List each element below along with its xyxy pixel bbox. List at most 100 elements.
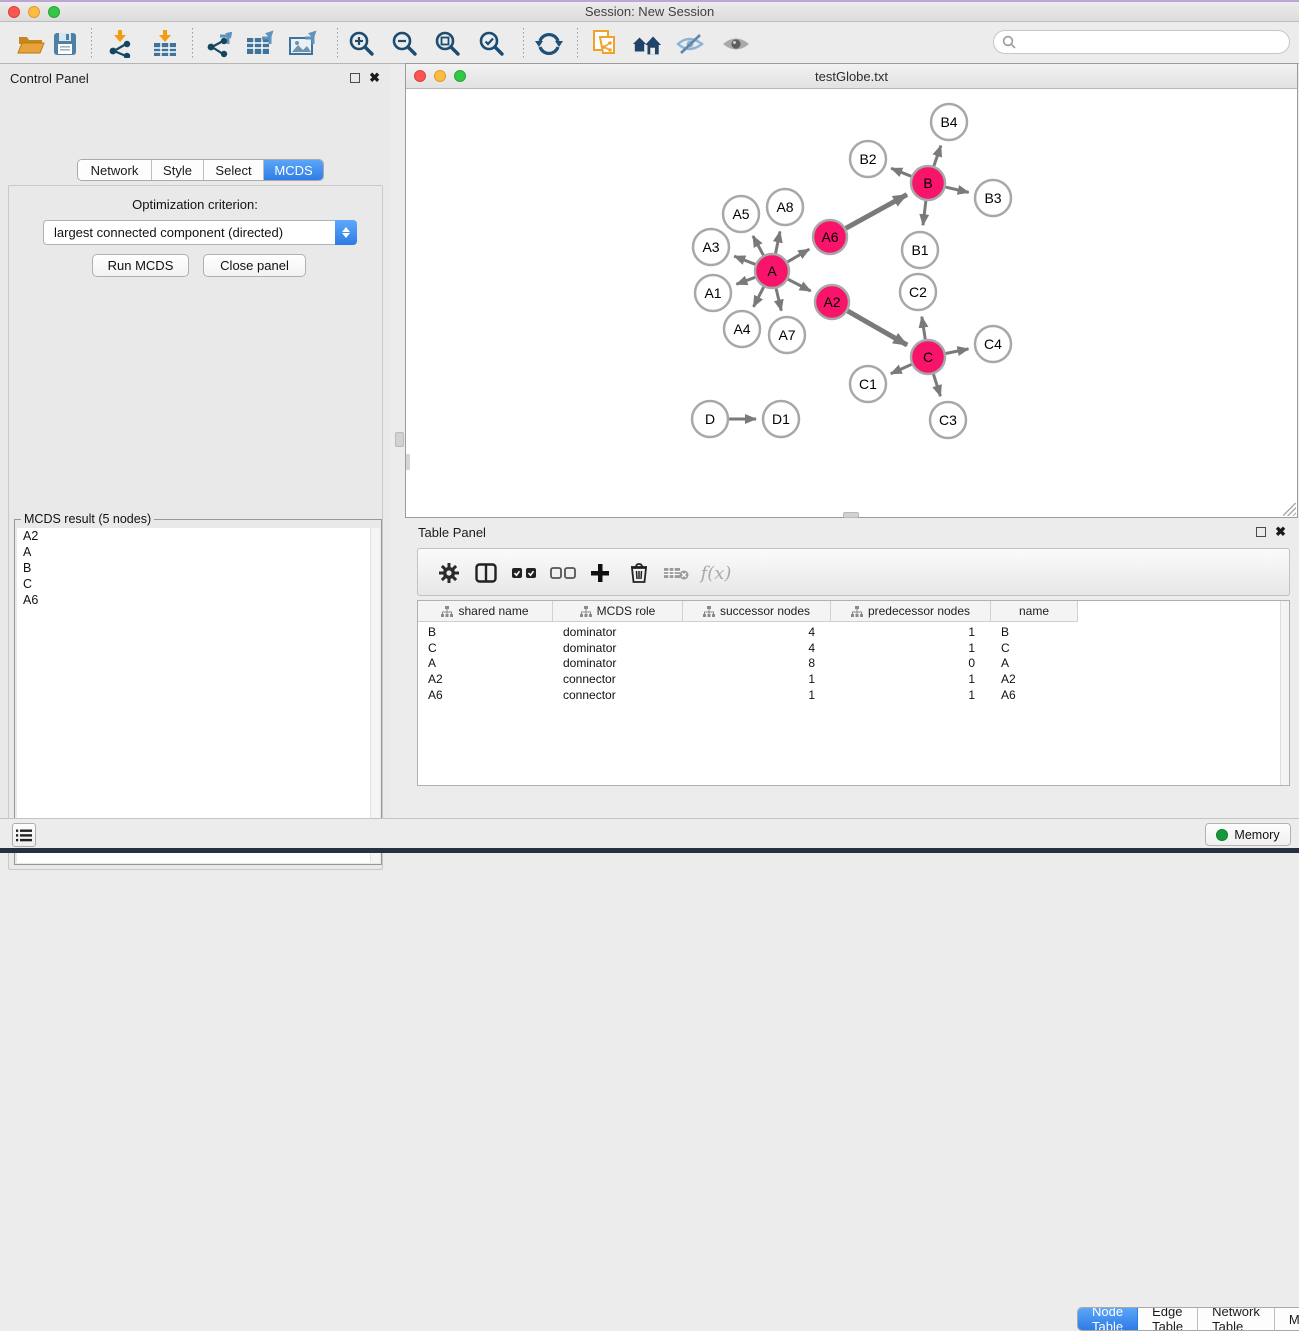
table-settings-button[interactable] [434,558,464,588]
network-canvas[interactable]: B4B2BB3A5A8A6A3B1AA1A2C2A4A7C4CC1C3DD1 [406,89,1297,517]
column-header-successor-nodes[interactable]: successor nodes [683,601,831,621]
cell-predecessor-nodes[interactable]: 0 [831,655,991,671]
node-A1[interactable]: A1 [695,275,731,311]
node-D1[interactable]: D1 [763,401,799,437]
search-input[interactable] [1020,35,1289,49]
result-scrollbar[interactable] [370,528,380,863]
cell-successor-nodes[interactable]: 1 [683,671,831,687]
tab-edge-table[interactable]: Edge Table [1138,1308,1198,1330]
edge-A-A7[interactable] [776,289,781,311]
minimize-network-button[interactable] [434,70,446,82]
node-C[interactable]: C [911,340,945,374]
edge-A-A6[interactable] [788,249,810,262]
result-list-item[interactable]: A [17,544,380,560]
mcds-result-list[interactable]: A2ABCA6 [17,528,380,863]
result-list-item[interactable]: A6 [17,592,380,608]
node-C4[interactable]: C4 [975,326,1011,362]
cell-successor-nodes[interactable]: 4 [683,624,831,640]
edge-A-A5[interactable] [753,236,763,255]
minimize-window-button[interactable] [28,6,40,18]
add-column-button[interactable] [585,558,615,588]
delete-table-button[interactable] [661,558,691,588]
result-list-item[interactable]: C [17,576,380,592]
node-A6[interactable]: A6 [813,220,847,254]
edge-C-C3[interactable] [933,374,940,396]
table-row[interactable]: Adominator80A [418,655,1078,671]
cell-predecessor-nodes[interactable]: 1 [831,687,991,703]
cell-successor-nodes[interactable]: 1 [683,687,831,703]
tab-select[interactable]: Select [204,160,264,180]
export-network-button[interactable] [205,29,235,59]
node-B4[interactable]: B4 [931,104,967,140]
cell-name[interactable]: B [991,624,1078,640]
cell-shared-name[interactable]: B [418,624,553,640]
tab-node-table[interactable]: Node Table [1078,1308,1138,1330]
cell-successor-nodes[interactable]: 4 [683,640,831,656]
zoom-out-button[interactable] [390,29,420,59]
node-A4[interactable]: A4 [724,311,760,347]
cell-predecessor-nodes[interactable]: 1 [831,640,991,656]
vertical-splitter-handle[interactable] [395,432,404,447]
network-graph[interactable]: B4B2BB3A5A8A6A3B1AA1A2C2A4A7C4CC1C3DD1 [406,89,1297,517]
zoom-fit-button[interactable] [433,29,463,59]
criterion-dropdown[interactable]: largest connected component (directed) [43,220,357,245]
node-A8[interactable]: A8 [767,189,803,225]
new-network-from-selection-button[interactable] [590,29,620,59]
column-header-name[interactable]: name [991,601,1078,621]
cell-mcds-role[interactable]: connector [553,687,683,703]
select-all-button[interactable] [509,558,539,588]
table-row[interactable]: A6connector11A6 [418,687,1078,703]
cell-mcds-role[interactable]: dominator [553,624,683,640]
cell-mcds-role[interactable]: dominator [553,655,683,671]
save-session-button[interactable] [50,29,80,59]
node-A[interactable]: A [755,254,789,288]
column-header-shared-name[interactable]: shared name [418,601,553,621]
tab-motifs[interactable]: Motifs [1275,1308,1299,1330]
node-B2[interactable]: B2 [850,141,886,177]
edge-A-A1[interactable] [736,277,755,284]
tab-mcds[interactable]: MCDS [264,160,323,180]
edge-A-A4[interactable] [753,287,763,307]
table-row[interactable]: Cdominator41C [418,640,1078,656]
close-table-panel-icon[interactable]: ✖ [1275,527,1286,537]
node-C2[interactable]: C2 [900,274,936,310]
cell-mcds-role[interactable]: connector [553,671,683,687]
cell-predecessor-nodes[interactable]: 1 [831,624,991,640]
node-A7[interactable]: A7 [769,317,805,353]
cell-successor-nodes[interactable]: 8 [683,655,831,671]
run-mcds-button[interactable]: Run MCDS [92,254,189,277]
tab-network[interactable]: Network [78,160,152,180]
import-network-button[interactable] [105,29,135,59]
node-B1[interactable]: B1 [902,232,938,268]
cell-name[interactable]: A [991,655,1078,671]
close-panel-icon[interactable]: ✖ [369,73,380,83]
tab-network-table[interactable]: Network Table [1198,1308,1275,1330]
column-header-predecessor-nodes[interactable]: predecessor nodes [831,601,991,621]
delete-column-button[interactable] [624,558,654,588]
edge-C-C2[interactable] [922,317,925,340]
show-columns-button[interactable] [471,558,501,588]
edge-A2-C[interactable] [848,311,908,345]
function-builder-button[interactable]: f(x) [701,558,731,588]
refresh-view-button[interactable] [534,29,564,59]
window-resize-grip[interactable] [1283,503,1296,516]
zoom-window-button[interactable] [48,6,60,18]
node-table[interactable]: shared nameMCDS rolesuccessor nodesprede… [417,600,1290,786]
node-C3[interactable]: C3 [930,402,966,438]
zoom-selected-button[interactable] [477,29,507,59]
window-controls[interactable] [8,6,60,18]
edge-C-C4[interactable] [946,349,969,354]
cell-name[interactable]: C [991,640,1078,656]
edge-B-B3[interactable] [946,187,969,192]
cell-shared-name[interactable]: A6 [418,687,553,703]
edge-A-A3[interactable] [734,256,755,264]
node-D[interactable]: D [692,401,728,437]
float-table-panel-icon[interactable] [1256,527,1266,537]
node-B[interactable]: B [911,166,945,200]
float-panel-icon[interactable] [350,73,360,83]
cell-predecessor-nodes[interactable]: 1 [831,671,991,687]
close-panel-button[interactable]: Close panel [203,254,306,277]
export-table-button[interactable] [246,29,276,59]
result-list-item[interactable]: B [17,560,380,576]
node-B3[interactable]: B3 [975,180,1011,216]
